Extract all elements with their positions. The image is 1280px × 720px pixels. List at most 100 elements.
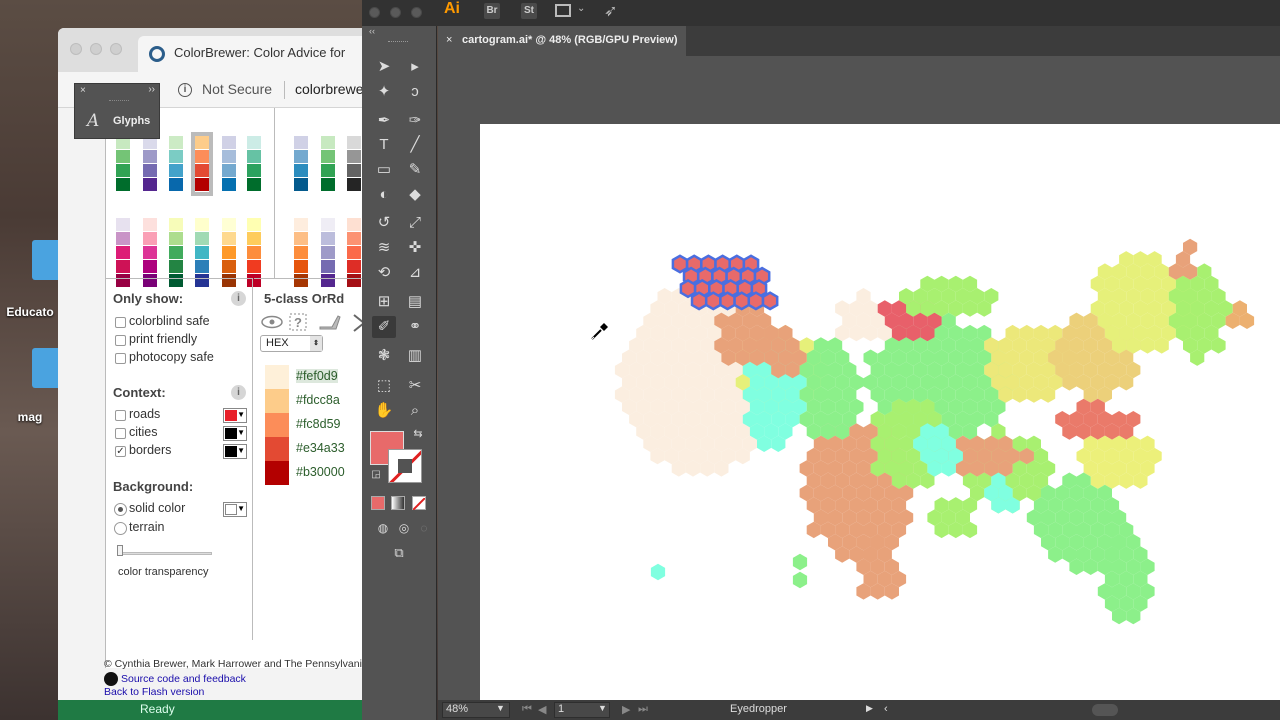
rotate-tool-icon[interactable]: ↺ — [372, 212, 396, 234]
transparency-slider-track[interactable] — [118, 552, 212, 555]
close-icon[interactable]: × — [80, 85, 86, 96]
blend-tool-icon[interactable]: ⚭ — [403, 316, 427, 338]
region-maine[interactable] — [1168, 238, 1198, 280]
glyphs-panel[interactable]: × ›› A Glyphs — [74, 83, 160, 139]
pen-tool-icon[interactable]: ✒ — [372, 110, 396, 132]
lasso-tool-icon[interactable]: ↄ — [403, 81, 427, 103]
first-artboard-icon[interactable]: ⏮ — [522, 703, 532, 716]
selected-hex-cell[interactable] — [761, 291, 779, 311]
horizontal-scrollbar-thumb[interactable] — [1092, 704, 1118, 716]
minimize-window-button[interactable] — [90, 43, 102, 55]
roads-color-picker[interactable]: ▼ — [223, 408, 247, 423]
cities-color-picker[interactable]: ▼ — [223, 426, 247, 441]
zoom-window-button[interactable] — [110, 43, 122, 55]
help-print-icon[interactable]: ? — [289, 313, 307, 331]
scroll-left-icon[interactable]: ‹ — [884, 703, 888, 715]
background-color-picker[interactable]: ▼ — [223, 502, 247, 517]
selected-hex-cell[interactable] — [679, 278, 697, 299]
selected-hex-cell[interactable] — [747, 291, 765, 311]
expand-panel-icon[interactable]: ›› — [148, 84, 155, 95]
hex-value[interactable]: #fef0d9 — [296, 369, 338, 383]
free-transform-tool-icon[interactable]: ⟲ — [372, 262, 396, 284]
transparency-slider-thumb[interactable] — [117, 545, 123, 556]
zoom-window-button[interactable] — [411, 7, 422, 18]
selection-tool-icon[interactable]: ➤ — [372, 56, 396, 78]
island-hex-cell[interactable] — [792, 553, 808, 571]
eraser-tool-icon[interactable]: ◆ — [403, 184, 427, 206]
cities-checkbox[interactable] — [115, 428, 126, 439]
line-tool-icon[interactable]: ╱ — [403, 134, 427, 156]
zoom-tool-icon[interactable]: ⌕ — [403, 400, 427, 422]
selected-hex-cell[interactable] — [690, 291, 708, 311]
panel-grip[interactable] — [109, 100, 129, 103]
prev-artboard-icon[interactable]: ◀ — [538, 703, 546, 716]
selected-hex-cell[interactable] — [719, 291, 736, 311]
help-icon[interactable]: i — [231, 385, 246, 400]
type-tool-icon[interactable]: T — [372, 134, 396, 156]
last-artboard-icon[interactable]: ⏭ — [638, 703, 648, 716]
eyedropper-tool-icon[interactable]: ✐ — [372, 316, 396, 338]
browser-tab[interactable]: ColorBrewer: Color Advice for — [138, 36, 364, 72]
scheme-swatch-column[interactable] — [222, 136, 236, 192]
scheme-swatch-column[interactable] — [347, 136, 361, 192]
rectangle-tool-icon[interactable]: ▭ — [372, 159, 396, 181]
url-text[interactable]: colorbrewer2.org — [295, 81, 364, 97]
gpu-performance-icon[interactable]: ➶ — [604, 1, 617, 21]
gradient-tool-icon[interactable]: ▤ — [403, 291, 427, 313]
color-mode-swatch[interactable] — [371, 496, 385, 510]
close-icon[interactable]: × — [446, 34, 452, 46]
none-mode-swatch[interactable] — [412, 496, 426, 511]
print-friendly-checkbox[interactable] — [115, 335, 126, 346]
slice-tool-icon[interactable]: ✂ — [403, 375, 427, 397]
scheme-swatch-column[interactable] — [116, 136, 130, 192]
column-graph-tool-icon[interactable]: ▥ — [403, 345, 427, 367]
info-icon[interactable]: i — [178, 83, 192, 97]
help-icon[interactable]: i — [231, 291, 246, 306]
minimize-window-button[interactable] — [390, 7, 401, 18]
chevron-down-icon[interactable]: ▼ — [496, 703, 505, 713]
default-colors-icon[interactable]: ◲ — [369, 468, 383, 482]
curvature-tool-icon[interactable]: ✑ — [403, 110, 427, 132]
island-hex-cell[interactable] — [650, 563, 666, 581]
region-gulf[interactable] — [927, 497, 978, 539]
eye-icon[interactable] — [261, 315, 283, 329]
selected-hex-cell[interactable] — [733, 291, 751, 311]
chevron-down-icon[interactable]: ▼ — [598, 703, 607, 713]
puppet-warp-tool-icon[interactable]: ✜ — [403, 237, 427, 259]
swap-colors-icon[interactable]: ⇆ — [411, 427, 425, 441]
flash-version-link[interactable]: Back to Flash version — [104, 686, 204, 698]
borders-checkbox[interactable]: ✓ — [115, 446, 126, 457]
mesh-tool-icon[interactable]: ⊞ — [372, 291, 396, 313]
panel-grip[interactable] — [388, 41, 408, 42]
borders-color-picker[interactable]: ▼ — [223, 444, 247, 459]
scheme-swatch-column[interactable] — [169, 136, 183, 192]
region-new-england[interactable] — [1168, 263, 1233, 366]
symbol-sprayer-tool-icon[interactable]: ❃ — [372, 345, 396, 367]
terrain-radio[interactable] — [114, 522, 127, 535]
collapse-panel-icon[interactable]: ‹‹ — [369, 26, 375, 36]
hexagon-cartogram-map[interactable] — [480, 124, 1280, 702]
bridge-button[interactable]: Br — [484, 3, 500, 19]
artboard-tool-icon[interactable]: ⬚ — [372, 375, 396, 397]
selected-hex-cell[interactable] — [671, 254, 689, 274]
region-rockies[interactable] — [799, 337, 864, 440]
scheme-swatch-column[interactable] — [247, 136, 261, 192]
scheme-swatch-column[interactable] — [321, 136, 335, 192]
status-menu-icon[interactable]: ▶ — [866, 703, 873, 714]
hand-tool-icon[interactable]: ✋ — [372, 400, 396, 422]
paintbrush-tool-icon[interactable]: ✎ — [403, 159, 427, 181]
hex-value[interactable]: #e34a33 — [296, 441, 345, 455]
stock-button[interactable]: St — [521, 3, 537, 19]
color-format-select[interactable]: HEX ⇕ — [260, 335, 323, 352]
scale-tool-icon[interactable]: ⤢ — [403, 212, 427, 234]
chevron-down-icon[interactable]: ⌄ — [577, 3, 585, 14]
shaper-tool-icon[interactable]: ◐ — [372, 184, 396, 206]
hex-value[interactable]: #fc8d59 — [296, 417, 340, 431]
selected-hex-cell[interactable] — [704, 291, 722, 311]
scheme-swatch-column[interactable] — [294, 136, 308, 192]
workspace-icon[interactable] — [555, 4, 571, 17]
hex-value[interactable]: #fdcc8a — [296, 393, 340, 407]
photocopy-icon[interactable] — [319, 315, 341, 330]
colorblind-safe-checkbox[interactable] — [115, 317, 126, 328]
hex-value[interactable]: #b30000 — [296, 465, 345, 479]
